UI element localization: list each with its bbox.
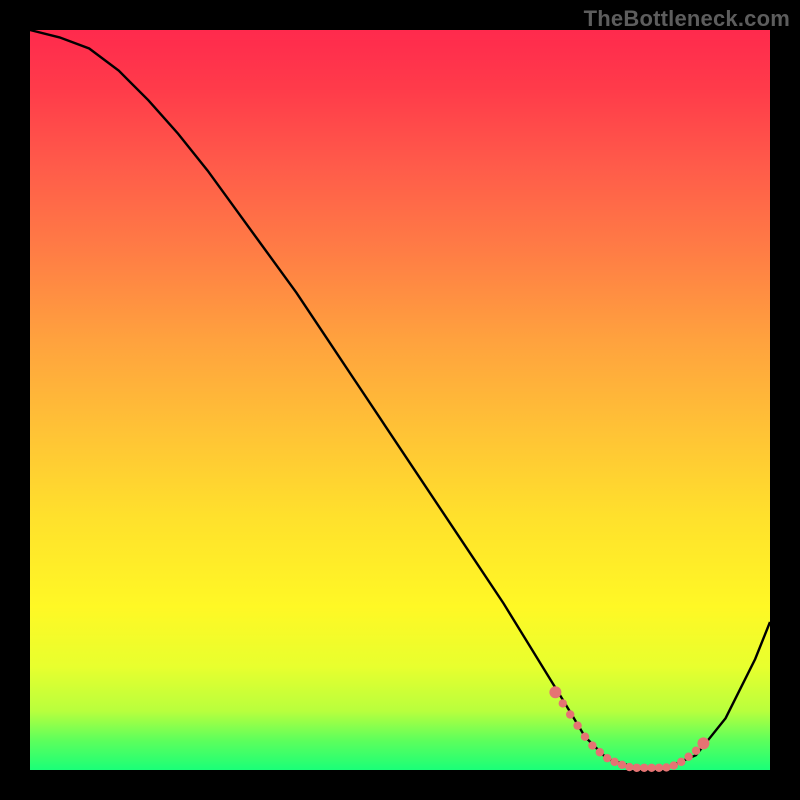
marker-dot bbox=[573, 721, 581, 729]
marker-dot bbox=[647, 764, 655, 772]
marker-dot bbox=[684, 752, 692, 760]
marker-dot bbox=[670, 761, 678, 769]
chart-svg bbox=[30, 30, 770, 770]
marker-dot bbox=[625, 763, 633, 771]
marker-dot bbox=[559, 699, 567, 707]
marker-dot bbox=[697, 737, 709, 749]
marker-dot bbox=[610, 758, 618, 766]
marker-dot bbox=[566, 710, 574, 718]
marker-dot bbox=[633, 764, 641, 772]
marker-dot bbox=[618, 761, 626, 769]
marker-dot bbox=[581, 733, 589, 741]
bottleneck-curve bbox=[30, 30, 770, 768]
watermark-text: TheBottleneck.com bbox=[584, 6, 790, 32]
marker-dot bbox=[549, 686, 561, 698]
marker-dot bbox=[655, 764, 663, 772]
marker-dot bbox=[677, 758, 685, 766]
marker-dot bbox=[596, 748, 604, 756]
marker-dot bbox=[603, 754, 611, 762]
highlight-markers bbox=[549, 686, 709, 772]
marker-dot bbox=[662, 763, 670, 771]
marker-dot bbox=[588, 741, 596, 749]
marker-dot bbox=[640, 764, 648, 772]
chart-frame: TheBottleneck.com bbox=[0, 0, 800, 800]
plot-area bbox=[30, 30, 770, 770]
marker-dot bbox=[692, 747, 700, 755]
